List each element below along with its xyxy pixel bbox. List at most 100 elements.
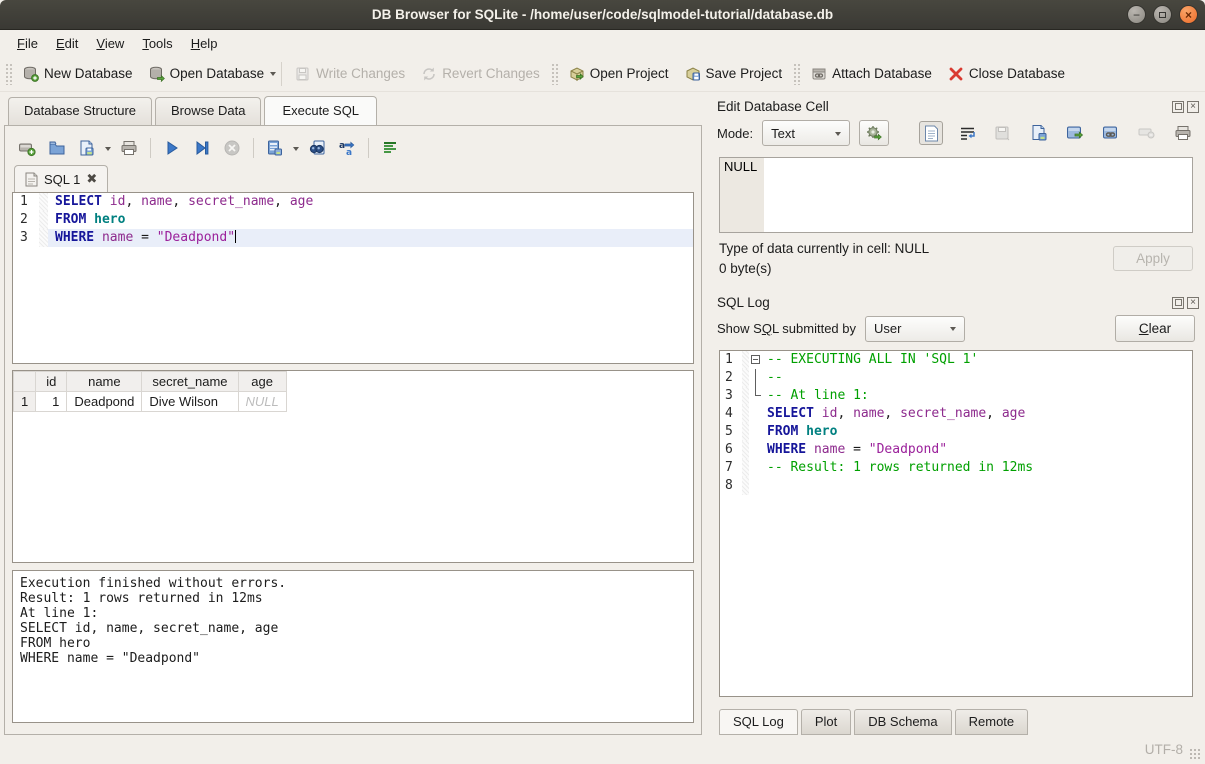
dock-close-icon[interactable]: × [1187, 101, 1199, 113]
word-wrap-icon[interactable] [955, 121, 979, 145]
revert-changes-icon [421, 66, 437, 82]
dock-float-icon[interactable] [1172, 297, 1184, 309]
sql-log-dock-header: SQL Log × [711, 292, 1201, 313]
titlebar[interactable]: DB Browser for SQLite - /home/user/code/… [0, 0, 1205, 30]
open-database-label: Open Database [170, 66, 265, 81]
menubar: File Edit View Tools Help [0, 30, 1205, 56]
tab-database-structure[interactable]: Database Structure [8, 97, 152, 126]
cell-name[interactable]: Deadpond [67, 392, 142, 412]
cell-value-editor[interactable]: NULL [719, 157, 1193, 233]
cell-null-indicator: NULL [720, 158, 764, 232]
cell-type-info: Type of data currently in cell: NULL [719, 241, 929, 256]
row-header[interactable]: 1 [14, 392, 36, 412]
menu-help[interactable]: Help [182, 33, 227, 54]
execution-status[interactable]: Execution finished without errors. Resul… [12, 570, 694, 723]
write-changes-button: Write Changes [287, 62, 413, 86]
dock-float-icon[interactable] [1172, 101, 1184, 113]
tab-browse-data[interactable]: Browse Data [155, 97, 261, 126]
toolbar-separator [281, 62, 282, 86]
right-panel: Edit Database Cell × Mode: Text [711, 96, 1201, 735]
save-project-button[interactable]: Save Project [677, 62, 791, 86]
close-database-label: Close Database [969, 66, 1065, 81]
minimize-icon[interactable]: − [1127, 5, 1146, 24]
execute-sql-pane: aa SQL 1 ✖ 1SELECT [4, 125, 702, 735]
toolbar-handle[interactable] [551, 63, 558, 85]
menu-edit[interactable]: Edit [47, 33, 87, 54]
toolbar-handle[interactable] [793, 63, 800, 85]
open-database-button[interactable]: Open Database [141, 62, 273, 86]
copy-link-icon[interactable] [1099, 121, 1123, 145]
export-to-file-icon[interactable] [1027, 121, 1051, 145]
sql-editor-tab[interactable]: SQL 1 ✖ [14, 165, 108, 193]
open-sql-file-icon[interactable] [45, 136, 69, 160]
close-database-button[interactable]: Close Database [940, 62, 1073, 86]
tab-remote[interactable]: Remote [955, 709, 1029, 735]
mode-select[interactable]: Text [762, 120, 850, 146]
cell-value: NULL [724, 159, 757, 174]
sql-toolbar-separator [150, 138, 151, 158]
open-database-icon [149, 66, 165, 82]
find-replace-icon[interactable]: aa [335, 136, 359, 160]
column-header-id[interactable]: id [36, 372, 67, 392]
edit-cell-toolbar: Mode: Text [711, 117, 1201, 152]
write-changes-label: Write Changes [316, 66, 405, 81]
menu-file[interactable]: File [8, 33, 47, 54]
open-database-dropdown-icon[interactable] [270, 72, 276, 79]
menu-view[interactable]: View [87, 33, 133, 54]
column-header-name[interactable]: name [67, 372, 142, 392]
sql-tab-label: SQL 1 [44, 172, 80, 187]
open-project-button[interactable]: Open Project [561, 62, 677, 86]
sql-tab-close-icon[interactable]: ✖ [86, 171, 97, 187]
mode-label: Mode: [717, 126, 753, 141]
attach-database-button[interactable]: Attach Database [803, 62, 940, 86]
dock-icons: × [1172, 101, 1199, 113]
close-icon[interactable]: × [1179, 5, 1198, 24]
clear-log-button[interactable]: Clear [1115, 315, 1195, 342]
code-line: 2-- [720, 369, 1192, 387]
new-database-button[interactable]: New Database [15, 62, 141, 86]
tab-execute-sql[interactable]: Execute SQL [264, 96, 377, 125]
print-cell-icon[interactable] [1171, 121, 1195, 145]
column-header-age[interactable]: age [238, 372, 286, 392]
close-database-icon [948, 66, 964, 82]
maximize-icon[interactable] [1153, 5, 1172, 24]
toolbar-handle[interactable] [5, 63, 12, 85]
tab-sql-log[interactable]: SQL Log [719, 709, 798, 735]
tab-plot[interactable]: Plot [801, 709, 851, 735]
cell-secret-name[interactable]: Dive Wilson [142, 392, 238, 412]
new-sql-tab-icon[interactable] [15, 136, 39, 160]
sql-editor[interactable]: 1SELECT id, name, secret_name, age2FROM … [12, 192, 694, 364]
open-in-external-icon[interactable] [1063, 121, 1087, 145]
text-mode-icon[interactable] [919, 121, 943, 145]
execute-current-line-icon[interactable] [190, 136, 214, 160]
encoding-indicator[interactable]: UTF-8 [1145, 742, 1183, 757]
tab-db-schema[interactable]: DB Schema [854, 709, 951, 735]
auto-apply-button[interactable] [859, 120, 889, 146]
dock-close-icon[interactable]: × [1187, 297, 1199, 309]
log-filter-select[interactable]: User [865, 316, 965, 342]
sql-toolbar-separator [253, 138, 254, 158]
svg-text:a: a [339, 141, 345, 151]
open-project-icon [569, 66, 585, 82]
text-cursor [235, 230, 236, 243]
format-sql-icon[interactable] [378, 136, 402, 160]
results-corner-cell [14, 372, 36, 392]
execute-all-icon[interactable] [160, 136, 184, 160]
find-icon[interactable] [305, 136, 329, 160]
column-header-secret-name[interactable]: secret_name [142, 372, 238, 392]
menu-tools[interactable]: Tools [133, 33, 181, 54]
resize-grip-icon[interactable] [1189, 748, 1202, 761]
save-results-dropdown-icon[interactable] [293, 147, 299, 154]
cell-age[interactable]: NULL [238, 392, 286, 412]
code-line: 1SELECT id, name, secret_name, age [13, 193, 693, 211]
edit-cell-mode-icons [919, 121, 1195, 145]
save-sql-dropdown-icon[interactable] [105, 147, 111, 154]
print-icon[interactable] [117, 136, 141, 160]
log-filter-label: Show SQL submitted by [717, 321, 856, 336]
cell-id[interactable]: 1 [36, 392, 67, 412]
save-results-icon[interactable] [263, 136, 287, 160]
maximize-glyph [1159, 12, 1166, 18]
sql-log-view[interactable]: 1-- EXECUTING ALL IN 'SQL 1'2--3-- At li… [719, 350, 1193, 697]
import-from-file-icon [991, 121, 1015, 145]
save-sql-file-icon[interactable] [75, 136, 99, 160]
